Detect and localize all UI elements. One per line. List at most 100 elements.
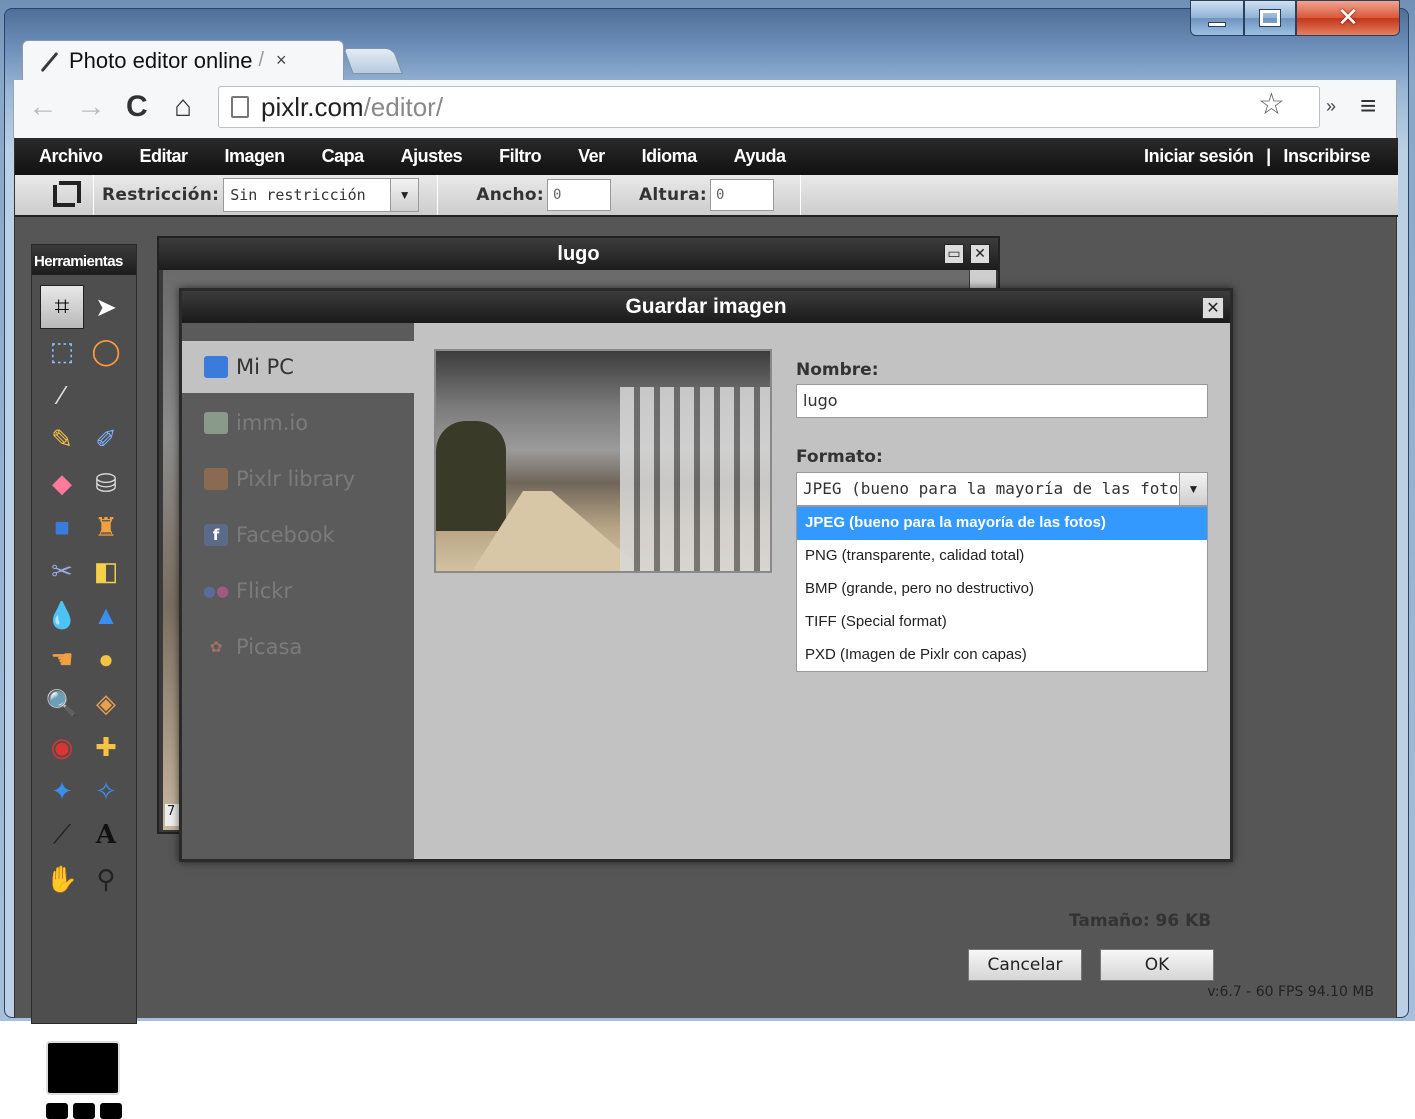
browser-window: ✕ Photo editor online / × ← → C ⌂ pixlr.…: [0, 0, 1415, 1119]
shape-tool-icon[interactable]: ◧: [84, 549, 128, 593]
red-eye-tool-icon[interactable]: ◉: [40, 725, 84, 769]
clone-stamp-icon[interactable]: ♜: [84, 505, 128, 549]
color-replace-icon[interactable]: ✂: [40, 549, 84, 593]
menu-ayuda[interactable]: Ayuda: [734, 146, 786, 167]
format-option-tiff[interactable]: TIFF (Special format): [797, 606, 1207, 639]
menu-idioma[interactable]: Idioma: [642, 146, 698, 167]
color-swatch[interactable]: [46, 1041, 120, 1095]
computer-icon: [204, 356, 228, 378]
color-picker-icon[interactable]: ⟋: [40, 813, 84, 857]
menu-archivo[interactable]: Archivo: [39, 146, 103, 167]
menu-ver[interactable]: Ver: [578, 146, 605, 167]
menu-ajustes[interactable]: Ajustes: [401, 146, 463, 167]
height-input[interactable]: 0: [709, 179, 774, 211]
destination-imm-io[interactable]: imm.io: [182, 397, 414, 449]
extensions-overflow-icon[interactable]: »: [1326, 96, 1336, 117]
tab-close-button[interactable]: ×: [276, 50, 287, 71]
pencil-tool-icon[interactable]: ✎: [40, 417, 84, 461]
magic-wand-icon[interactable]: ⁄: [40, 373, 84, 417]
crop-icon: [51, 179, 83, 211]
type-tool-icon[interactable]: A: [84, 813, 128, 857]
minimize-button[interactable]: [1190, 0, 1244, 36]
width-input[interactable]: 0: [546, 179, 611, 211]
divider: [799, 175, 801, 215]
destination-label: Picasa: [236, 635, 303, 659]
ok-button[interactable]: OK: [1100, 949, 1214, 981]
forward-arrow-icon[interactable]: →: [76, 92, 106, 122]
menu-capa[interactable]: Capa: [322, 146, 365, 167]
image-preview: [434, 349, 772, 573]
swatch-dot[interactable]: [73, 1103, 95, 1119]
blur-tool-icon[interactable]: 💧: [40, 593, 84, 637]
maximize-button[interactable]: [1244, 0, 1296, 36]
address-bar[interactable]: pixlr.com/editor/: [218, 86, 1320, 128]
cancel-button[interactable]: Cancelar: [968, 949, 1082, 981]
chevron-down-icon[interactable]: ▼: [390, 179, 419, 211]
brush-tool-icon[interactable]: ✐: [84, 417, 128, 461]
tab-separator: /: [258, 49, 265, 71]
image-window-title[interactable]: lugo: [159, 238, 998, 270]
reload-icon[interactable]: C: [126, 92, 148, 122]
smudge-tool-icon[interactable]: ☚: [40, 637, 84, 681]
sponge-tool-icon[interactable]: ●: [84, 637, 128, 681]
browser-toolbar: ← → C ⌂ pixlr.com/editor/ ☆ » ≡: [13, 80, 1397, 138]
menu-editar[interactable]: Editar: [140, 146, 189, 167]
close-icon: ✕: [1337, 3, 1359, 33]
register-link[interactable]: Inscribirse: [1283, 146, 1370, 166]
move-tool-icon[interactable]: ➤: [84, 285, 128, 329]
restriction-select[interactable]: Sin restricción ▼: [223, 178, 420, 212]
swatch-dot[interactable]: [100, 1103, 122, 1119]
crop-tool-icon[interactable]: ⌗: [40, 285, 84, 329]
back-arrow-icon[interactable]: ←: [28, 92, 58, 122]
destination-facebook[interactable]: f Facebook: [182, 509, 414, 561]
close-icon[interactable]: ✕: [970, 244, 990, 264]
browser-tab[interactable]: Photo editor online / ×: [22, 40, 344, 80]
eraser-tool-icon[interactable]: ◆: [40, 461, 84, 505]
destination-label: Flickr: [236, 579, 293, 603]
lasso-tool-icon[interactable]: ◯: [84, 329, 128, 373]
bookmark-star-icon[interactable]: ☆: [1258, 87, 1285, 122]
format-option-png[interactable]: PNG (transparente, calidad total): [797, 540, 1207, 573]
preview-trees: [436, 421, 506, 531]
destination-picasa[interactable]: ✿ Picasa: [182, 621, 414, 673]
pinch-tool-icon[interactable]: ✧: [84, 769, 128, 813]
destination-label: Mi PC: [236, 355, 294, 379]
name-input[interactable]: lugo: [796, 384, 1208, 418]
format-select[interactable]: JPEG (bueno para la mayoría de las fotos…: [796, 472, 1208, 506]
dodge-tool-icon[interactable]: 🔍: [40, 681, 84, 725]
dialog-close-button[interactable]: ✕: [1202, 297, 1224, 319]
menu-imagen[interactable]: Imagen: [225, 146, 286, 167]
account-links: Iniciar sesión | Inscribirse: [1140, 146, 1374, 167]
tools-title: Herramientas: [32, 245, 136, 275]
swatch-dot[interactable]: [46, 1103, 68, 1119]
format-option-bmp[interactable]: BMP (grande, pero no destructivo): [797, 573, 1207, 606]
destination-mi-pc[interactable]: Mi PC: [182, 341, 414, 393]
save-image-dialog: Guardar imagen ✕ Mi PC imm.io Pixlr libr…: [179, 288, 1233, 981]
file-size: Tamaño: 96 KB: [1069, 911, 1212, 931]
new-tab-button[interactable]: [343, 48, 403, 74]
destination-flickr[interactable]: ● ● Flickr: [182, 565, 414, 617]
format-option-pxd[interactable]: PXD (Imagen de Pixlr con capas): [797, 639, 1207, 672]
login-link[interactable]: Iniciar sesión: [1144, 146, 1254, 166]
bloat-tool-icon[interactable]: ✦: [40, 769, 84, 813]
hand-tool-icon[interactable]: ✋: [40, 857, 84, 901]
destination-label: Pixlr library: [236, 467, 356, 491]
burn-tool-icon[interactable]: ◈: [84, 681, 128, 725]
spot-heal-icon[interactable]: ✚: [84, 725, 128, 769]
paint-bucket-icon[interactable]: ⛁: [84, 461, 128, 505]
marquee-tool-icon[interactable]: ⬚: [40, 329, 84, 373]
format-label: Formato:: [796, 447, 883, 467]
zoom-tool-icon[interactable]: ⚲: [84, 857, 128, 901]
format-option-jpeg[interactable]: JPEG (bueno para la mayoría de las fotos…: [797, 507, 1207, 540]
chrome-menu-icon[interactable]: ≡: [1360, 90, 1376, 122]
sharpen-tool-icon[interactable]: ▲: [84, 593, 128, 637]
swatch-controls: [46, 1103, 122, 1119]
gradient-tool-icon[interactable]: ■: [40, 505, 84, 549]
home-icon[interactable]: ⌂: [174, 92, 192, 122]
menu-filtro[interactable]: Filtro: [499, 146, 542, 167]
preview-building: [620, 387, 770, 571]
close-window-button[interactable]: ✕: [1296, 0, 1400, 36]
destination-pixlr-library[interactable]: Pixlr library: [182, 453, 414, 505]
chevron-down-icon[interactable]: ▼: [1179, 473, 1207, 505]
maximize-icon[interactable]: ▭: [944, 244, 964, 264]
